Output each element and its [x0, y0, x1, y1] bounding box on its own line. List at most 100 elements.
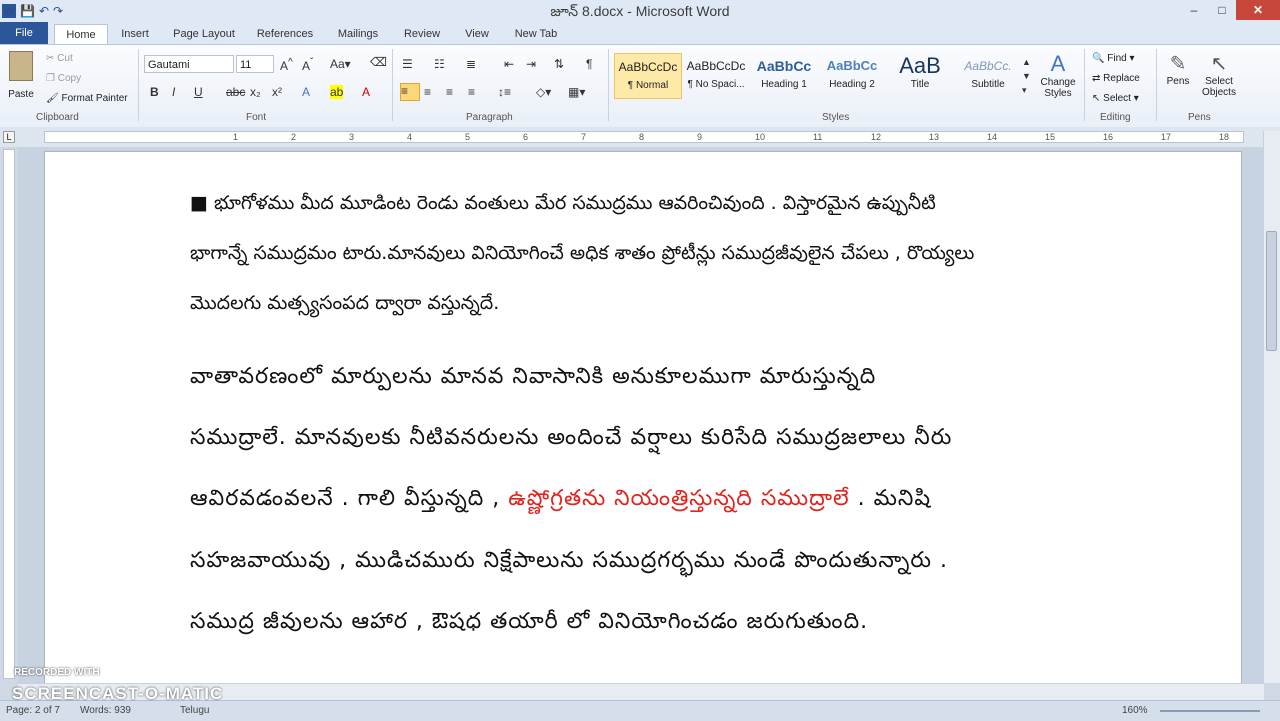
style-subtitle[interactable]: AaBbCc. Subtitle [954, 53, 1022, 99]
font-color-icon[interactable]: A [362, 85, 370, 99]
font-name-box[interactable]: Gautami [144, 55, 234, 73]
paragraph-1-line-2[interactable]: భాగాన్నే సముద్రమం టారు.మానవులు వినియోగిం… [190, 242, 974, 269]
change-styles-button[interactable]: A Change Styles [1036, 51, 1080, 99]
style-heading-1[interactable]: AaBbCc Heading 1 [750, 53, 818, 99]
ruler-number: 15 [1045, 132, 1056, 142]
ruler-number: 13 [929, 132, 940, 142]
paragraph-1-line-1[interactable]: ■ భూగోళము మీద మూడింట రెండు వంతులు మేర సమ… [190, 192, 936, 219]
ruler-number: 12 [871, 132, 882, 142]
align-left-icon[interactable]: ≡ [400, 83, 420, 101]
pens-group-label: Pens [1188, 112, 1211, 123]
select-arrow-icon: ↖ [1210, 53, 1228, 75]
pens-button[interactable]: ✎ Pens [1162, 51, 1194, 87]
increase-indent-icon[interactable]: ⇥ [526, 57, 536, 71]
ruler-number: 8 [639, 132, 645, 142]
style-heading-2[interactable]: AaBbCc Heading 2 [818, 53, 886, 99]
styles-scroll-icon[interactable]: ▲ ▼ ▾ [1022, 55, 1031, 97]
watermark-logo: SCREENCAST-O-MATIC [12, 684, 224, 703]
language-indicator[interactable]: Telugu [180, 705, 209, 716]
ruler-number: 11 [813, 132, 823, 142]
paragraph-2-line-3[interactable]: ఆవిరవడంవలనే . గాలి వీస్తున్నది , ఉష్ణోగ్… [190, 486, 931, 516]
sort-icon[interactable]: ⇅ [554, 57, 564, 71]
tab-review[interactable]: Review [398, 24, 446, 44]
paragraph-2-line-5[interactable]: సముద్ర జీవులను ఆహార , ఔషధ తయారీ లో వినియ… [190, 609, 868, 639]
tab-mailings[interactable]: Mailings [330, 24, 386, 44]
superscript-icon[interactable]: x² [272, 85, 282, 99]
paragraph-2-line-1[interactable]: వాతావరణంలో మార్పులను మానవ నివాసానికి అను… [190, 364, 876, 394]
cut-button[interactable]: ✂ Cut [46, 53, 73, 64]
document-area[interactable]: ■ భూగోళము మీద మూడింట రెండు వంతులు మేర సమ… [18, 147, 1267, 683]
document-page[interactable]: ■ భూగోళము మీద మూడింట రెండు వంతులు మేర సమ… [44, 151, 1242, 683]
style-normal[interactable]: AaBbCcDc ¶ Normal [614, 53, 682, 99]
paragraph-1-line-3[interactable]: మొదలగు మత్స్యసంపద ద్వారా వస్తున్నదే. [190, 292, 499, 319]
format-painter-button[interactable]: 🖌 Format Painter [46, 93, 128, 104]
grow-font-icon[interactable]: A^ [280, 57, 293, 73]
replace-button[interactable]: ⇄ Replace [1092, 73, 1140, 84]
maximize-button[interactable]: □ [1208, 0, 1236, 20]
binoculars-icon: 🔍 [1092, 53, 1105, 64]
align-center-icon[interactable]: ≡ [424, 85, 431, 99]
vertical-scrollbar[interactable] [1263, 131, 1280, 683]
highlight-icon[interactable]: ab [330, 85, 344, 99]
select-objects-button[interactable]: ↖ Select Objects [1198, 51, 1240, 98]
tab-home[interactable]: Home [54, 24, 108, 45]
subscript-icon[interactable]: x₂ [250, 85, 261, 99]
strikethrough-icon[interactable]: abc [226, 85, 245, 99]
tab-page-layout[interactable]: Page Layout [166, 24, 242, 44]
paragraph-2-line-2[interactable]: సముద్రాలే. మానవులకు నీటివనరులను అందించే … [190, 425, 952, 455]
paste-button[interactable]: Paste [6, 51, 36, 100]
copy-button[interactable]: ❐ Copy [46, 73, 81, 84]
ribbon-tabs: File Home Insert Page Layout References … [0, 22, 1280, 45]
select-button[interactable]: ↖ Select ▾ [1092, 93, 1139, 104]
ribbon: Paste ✂ Cut ❐ Copy 🖌 Format Painter Clip… [0, 44, 1280, 128]
tab-file[interactable]: File [0, 22, 48, 44]
editing-group-label: Editing [1100, 112, 1131, 123]
page-count[interactable]: Page: 2 of 7 [6, 705, 60, 716]
word-count[interactable]: Words: 939 [80, 705, 131, 716]
underline-icon[interactable]: U [194, 85, 203, 99]
ruler-number: 1 [233, 132, 239, 142]
tab-new-tab[interactable]: New Tab [508, 24, 564, 44]
group-divider [1084, 49, 1085, 121]
ruler-number: 10 [755, 132, 766, 142]
justify-icon[interactable]: ≡ [468, 85, 475, 99]
window-title: జూన్ 8.docx - Microsoft Word [550, 3, 730, 19]
find-button[interactable]: 🔍 Find ▾ [1092, 53, 1135, 64]
zoom-slider[interactable] [1160, 710, 1260, 712]
bold-icon[interactable]: B [150, 85, 159, 99]
shrink-font-icon[interactable]: Aˇ [302, 57, 313, 73]
minimize-button[interactable]: – [1180, 0, 1208, 20]
decrease-indent-icon[interactable]: ⇤ [504, 57, 514, 71]
style-title[interactable]: AaB Title [886, 53, 954, 99]
shading-icon[interactable]: ◇▾ [536, 85, 551, 99]
text-effects-icon[interactable]: A [302, 85, 310, 99]
paragraph-2-line-4[interactable]: సహజవాయువు , ముడిచమురు నిక్షేపాలును సముద్… [190, 548, 948, 578]
tab-insert[interactable]: Insert [112, 24, 158, 44]
ruler-number: 14 [987, 132, 998, 142]
bullets-icon[interactable]: ☰ [402, 57, 413, 71]
change-case-icon[interactable]: Aa▾ [330, 57, 351, 71]
ruler-number: 5 [465, 132, 471, 142]
ruler-number: 9 [697, 132, 703, 142]
tab-references[interactable]: References [250, 24, 320, 44]
group-divider [1156, 49, 1157, 121]
watermark-caption: RECORDED WITH [14, 667, 100, 678]
borders-icon[interactable]: ▦▾ [568, 85, 585, 99]
style-no-spacing[interactable]: AaBbCcDc ¶ No Spaci... [682, 53, 750, 99]
numbering-icon[interactable]: ☷ [434, 57, 445, 71]
italic-icon[interactable]: I [172, 85, 175, 99]
vertical-ruler[interactable] [3, 149, 15, 679]
line-spacing-icon[interactable]: ↕≡ [498, 85, 511, 99]
multilevel-list-icon[interactable]: ≣ [466, 57, 476, 71]
zoom-level[interactable]: 160% [1122, 705, 1148, 716]
close-button[interactable]: ✕ [1236, 0, 1280, 20]
align-right-icon[interactable]: ≡ [446, 85, 453, 99]
font-size-box[interactable]: 11 [236, 55, 274, 73]
pen-icon: ✎ [1169, 53, 1187, 75]
tab-view[interactable]: View [456, 24, 498, 44]
tab-selector-icon[interactable]: L [3, 131, 15, 143]
horizontal-ruler[interactable]: 1 2 3 4 5 6 7 8 9 10 11 12 13 14 15 16 17 18 [44, 131, 1244, 143]
show-marks-icon[interactable]: ¶ [586, 57, 592, 71]
scrollbar-thumb[interactable] [1266, 231, 1277, 351]
clear-formatting-icon[interactable]: ⌫ [370, 55, 387, 69]
